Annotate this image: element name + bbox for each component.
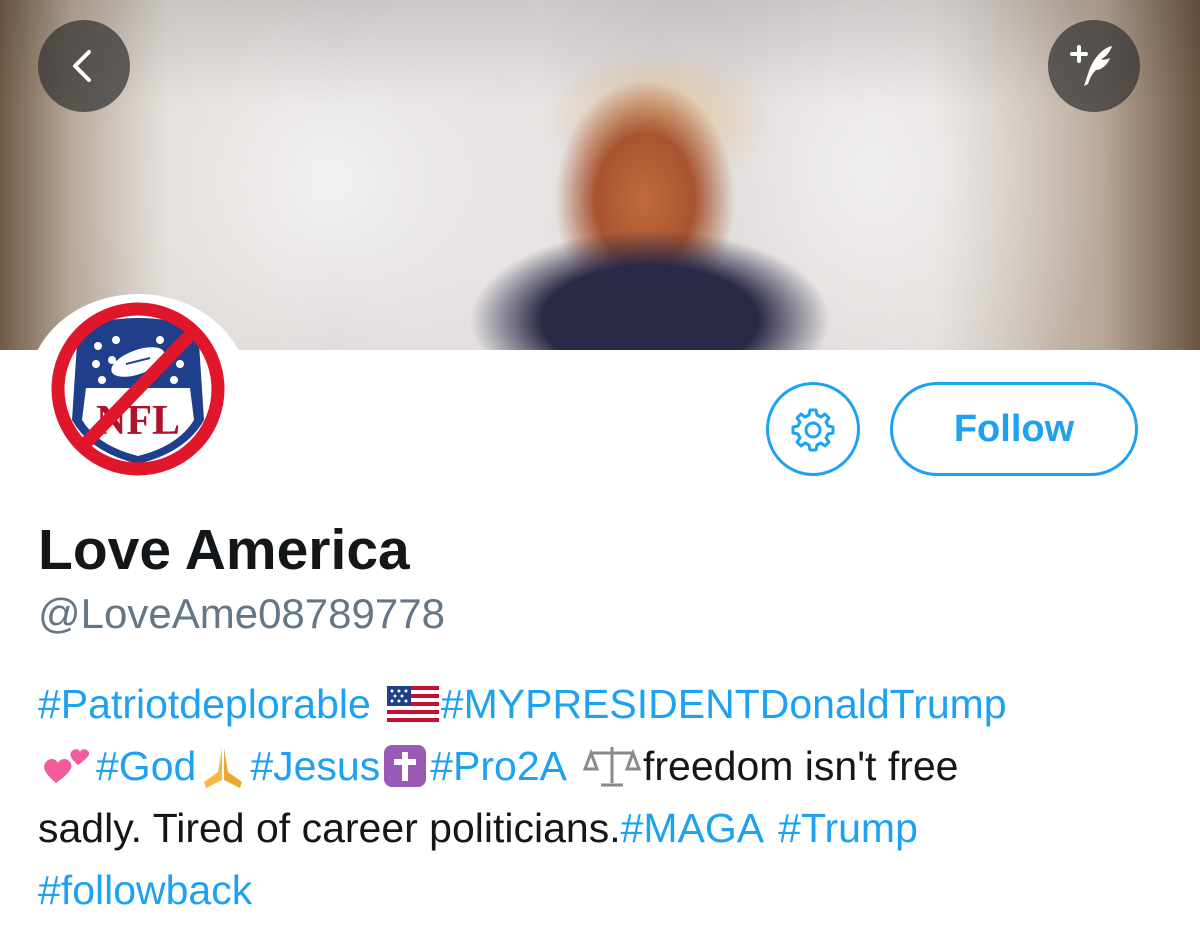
us-flag-emoji — [386, 686, 439, 722]
settings-button[interactable] — [766, 382, 860, 476]
follow-button[interactable]: Follow — [890, 382, 1138, 476]
bio-line-2: #God #Jesus #Pro2A freedom isn't free — [38, 735, 1178, 797]
hashtag-followback[interactable]: #followback — [38, 859, 252, 921]
latin-cross-emoji — [384, 745, 427, 787]
hashtag-patriotdeplorable[interactable]: #Patriotdeplorable — [38, 673, 371, 735]
hashtag-pro2a[interactable]: #Pro2A — [430, 735, 567, 797]
compose-tweet-icon — [1070, 45, 1112, 86]
bio-line-4: #followback — [38, 859, 1178, 921]
display-name: Love America — [38, 518, 410, 582]
profile-bio: #Patriotdeplorable #MYPRESIDENTDonaldTru… — [38, 673, 1178, 921]
hashtag-trump[interactable]: #Trump — [778, 797, 918, 859]
bio-line-3: sadly. Tired of career politicians. #MAG… — [38, 797, 1178, 859]
hashtag-god[interactable]: #God — [96, 735, 196, 797]
praying-hands-emoji — [204, 748, 243, 788]
bio-text-freedom: freedom isn't free — [643, 743, 959, 789]
hashtag-mypresidentdonaldtrump[interactable]: #MYPRESIDENTDonaldTrump — [441, 673, 1007, 735]
no-nfl-logo: NFL — [51, 302, 225, 476]
chevron-left-icon — [73, 50, 91, 82]
gear-icon — [791, 408, 835, 452]
bio-line-1: #Patriotdeplorable #MYPRESIDENTDonaldTru… — [38, 673, 1178, 735]
scales-emoji — [583, 747, 641, 787]
avatar[interactable]: NFL — [28, 294, 248, 484]
bio-text-politicians: sadly. Tired of career politicians. — [38, 805, 621, 851]
profile-banner[interactable] — [0, 0, 1200, 350]
back-button[interactable] — [38, 20, 130, 112]
hashtag-maga[interactable]: #MAGA — [621, 797, 765, 859]
username-handle: @LoveAme08789778 — [38, 590, 445, 637]
compose-tweet-button[interactable] — [1048, 20, 1140, 112]
hashtag-jesus[interactable]: #Jesus — [250, 735, 380, 797]
two-hearts-emoji — [44, 749, 90, 783]
